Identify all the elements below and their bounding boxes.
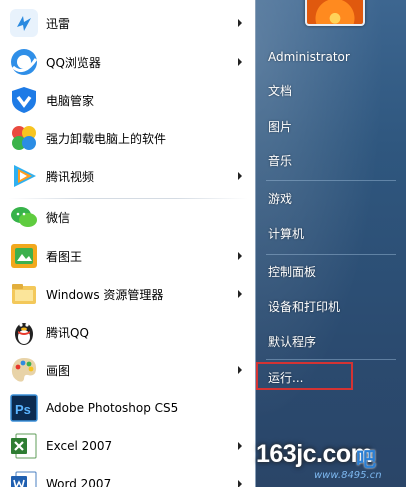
program-item-uninstall[interactable]: 强力卸载电脑上的软件 <box>5 119 251 157</box>
watermark-brand: 163jc.com <box>256 440 373 468</box>
submenu-arrow-icon <box>238 252 242 260</box>
place-games[interactable]: 游戏 <box>268 188 398 210</box>
watermark-brand-cn: 吧 <box>356 447 376 471</box>
paint-icon <box>8 354 40 386</box>
submenu-arrow-icon <box>238 19 242 27</box>
watermark-url: www.8495.cn <box>314 470 382 481</box>
pc-manager-icon <box>8 84 40 116</box>
place-pictures[interactable]: 图片 <box>268 116 398 138</box>
place-user-folder[interactable]: Administrator <box>268 46 398 68</box>
program-item-wechat[interactable]: 微信 <box>5 198 251 236</box>
program-item-pc-manager[interactable]: 电脑管家 <box>5 81 251 119</box>
program-item-xunlei[interactable]: 迅雷 <box>5 4 251 42</box>
program-item-excel[interactable]: Excel 2007 <box>5 427 251 465</box>
program-item-qq[interactable]: 腾讯QQ <box>5 313 251 351</box>
place-default-programs[interactable]: 默认程序 <box>268 331 398 353</box>
place-control-panel[interactable]: 控制面板 <box>268 261 398 283</box>
program-label: 腾讯视频 <box>46 169 95 184</box>
program-item-photoshop[interactable]: Ps Adobe Photoshop CS5 <box>5 389 251 427</box>
place-devices-printers[interactable]: 设备和打印机 <box>268 296 398 318</box>
program-item-paint[interactable]: 画图 <box>5 351 251 389</box>
place-music[interactable]: 音乐 <box>268 150 398 172</box>
watermark: 163jc.com 吧 www.8495.cn <box>248 440 406 487</box>
submenu-arrow-icon <box>238 58 242 66</box>
tencent-video-icon <box>8 160 40 192</box>
program-list: 迅雷 QQ浏览器 电脑管家 强力卸载电脑上的软件 腾讯视频 微信 看图王 Win… <box>0 0 256 487</box>
program-label: 迅雷 <box>46 16 71 31</box>
program-label: 强力卸载电脑上的软件 <box>46 131 167 146</box>
program-label: Excel 2007 <box>46 439 113 453</box>
submenu-arrow-icon <box>238 172 242 180</box>
program-label: Windows 资源管理器 <box>46 287 164 302</box>
user-avatar[interactable] <box>305 0 365 26</box>
place-documents[interactable]: 文档 <box>268 80 398 102</box>
image-viewer-icon <box>8 240 40 272</box>
program-label: 电脑管家 <box>46 93 95 108</box>
thunder-icon <box>8 7 40 39</box>
program-label: Word 2007 <box>46 477 112 487</box>
qq-browser-icon <box>8 46 40 78</box>
wechat-icon <box>8 201 40 233</box>
qq-penguin-icon <box>8 316 40 348</box>
excel-icon <box>8 430 40 462</box>
divider <box>266 254 396 255</box>
svg-text:Ps: Ps <box>15 402 31 417</box>
submenu-arrow-icon <box>238 480 242 487</box>
word-icon <box>8 468 40 487</box>
submenu-arrow-icon <box>238 442 242 450</box>
submenu-arrow-icon <box>238 366 242 374</box>
photoshop-icon: Ps <box>8 392 40 424</box>
program-label: Adobe Photoshop CS5 <box>46 401 179 415</box>
program-label: 微信 <box>46 210 71 225</box>
uninstall-icon <box>8 122 40 154</box>
divider <box>266 359 396 360</box>
program-label: 看图王 <box>46 249 83 264</box>
program-item-image-viewer[interactable]: 看图王 <box>5 237 251 275</box>
program-item-word[interactable]: Word 2007 <box>5 465 251 487</box>
explorer-icon <box>8 278 40 310</box>
place-computer[interactable]: 计算机 <box>268 223 398 245</box>
program-label: 腾讯QQ <box>46 325 89 340</box>
places-panel: Administrator 文档 图片 音乐 游戏 计算机 控制面板 设备和打印… <box>256 0 406 487</box>
run-highlight-box <box>256 362 353 390</box>
program-label: QQ浏览器 <box>46 55 101 70</box>
program-item-tencent-video[interactable]: 腾讯视频 <box>5 157 251 195</box>
program-item-explorer[interactable]: Windows 资源管理器 <box>5 275 251 313</box>
program-label: 画图 <box>46 363 71 378</box>
submenu-arrow-icon <box>238 290 242 298</box>
program-item-qq-browser[interactable]: QQ浏览器 <box>5 43 251 81</box>
divider <box>266 180 396 181</box>
